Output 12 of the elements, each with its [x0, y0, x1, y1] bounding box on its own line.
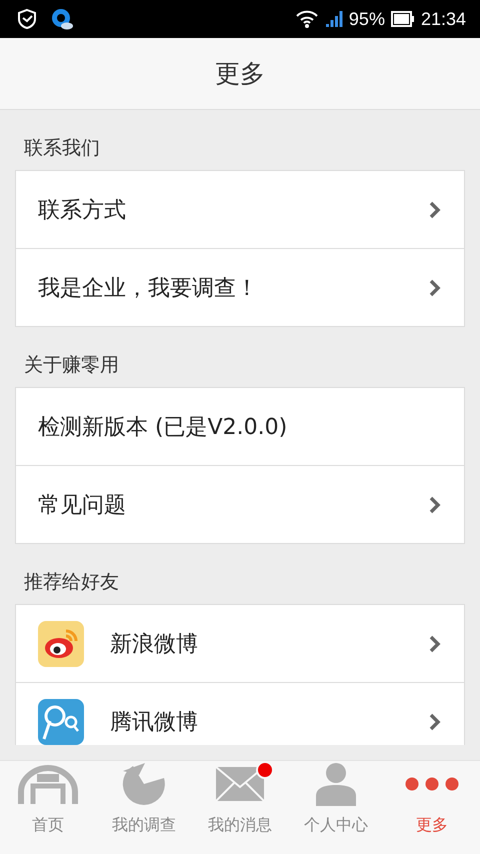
page-title: 更多	[215, 58, 265, 90]
battery-percent: 95%	[348, 8, 385, 30]
settings-row[interactable]: 常见问题	[16, 465, 464, 543]
settings-row[interactable]: 我是企业，我要调查！	[16, 248, 464, 326]
tab[interactable]: 更多	[384, 761, 480, 854]
settings-row[interactable]: 联系方式	[16, 171, 464, 248]
section-header: 联系我们	[23, 136, 101, 161]
section-header: 推荐给好友	[23, 570, 120, 595]
section-header: 关于赚零用	[23, 353, 120, 378]
clock-time: 21:34	[420, 8, 466, 30]
settings-row[interactable]: 检测新版本 (已是V2.0.0)	[16, 388, 464, 465]
settings-row[interactable]: 新浪微博	[16, 605, 464, 682]
